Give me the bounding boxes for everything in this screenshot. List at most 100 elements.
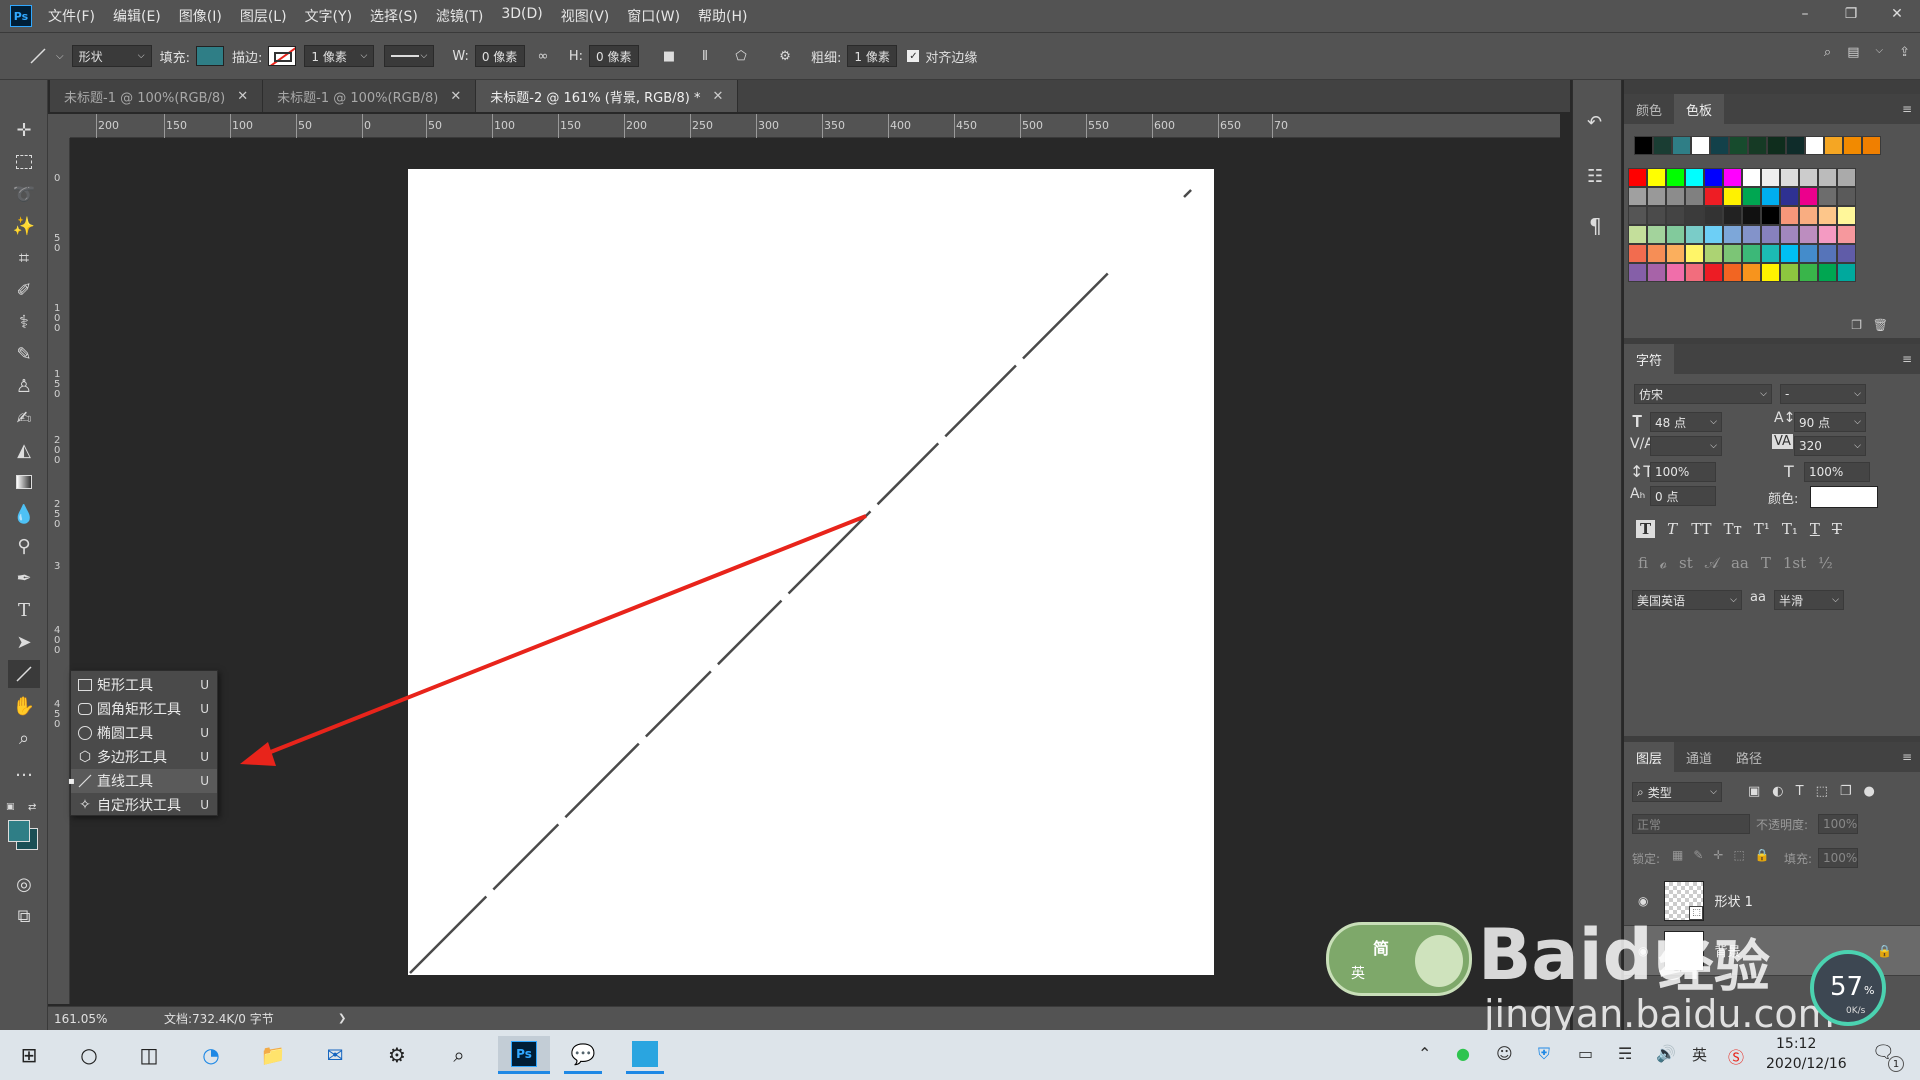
color-swatch[interactable] <box>1780 206 1799 225</box>
color-swatch[interactable] <box>1723 244 1742 263</box>
menu-item[interactable]: 文字(Y) <box>305 6 352 26</box>
layer-filter-select[interactable]: ⌕ 类型 ⌵ <box>1632 782 1722 802</box>
color-swatch[interactable] <box>1761 187 1780 206</box>
color-swatch[interactable] <box>1818 263 1837 282</box>
pen-tool-icon[interactable]: ✒ <box>8 564 40 592</box>
foreground-color-swatch[interactable] <box>8 820 30 842</box>
color-swatch[interactable] <box>1742 263 1761 282</box>
ordinal-button[interactable]: 1st <box>1783 554 1806 572</box>
panel-menu-icon[interactable]: ≡ <box>1902 750 1912 764</box>
color-swatch[interactable] <box>1628 225 1647 244</box>
color-swatch[interactable] <box>1799 187 1818 206</box>
menu-item[interactable]: 图层(L) <box>240 6 287 26</box>
color-swatch[interactable] <box>1742 244 1761 263</box>
properties-icon[interactable]: ☷ <box>1587 166 1603 187</box>
color-swatch[interactable] <box>1799 263 1818 282</box>
lock-all-icon[interactable]: 🔒 <box>1755 848 1770 862</box>
qq-tray-icon[interactable]: ☺ <box>1496 1044 1513 1063</box>
photoshop-taskbar-icon[interactable]: Ps <box>498 1036 550 1074</box>
color-swatch[interactable] <box>1862 136 1881 155</box>
flyout-item[interactable]: 椭圆工具 U <box>71 721 217 745</box>
security-tray-icon[interactable]: ⛨ <box>1538 1044 1550 1064</box>
color-swatch[interactable] <box>1704 225 1723 244</box>
color-swatch[interactable] <box>1837 206 1856 225</box>
color-swatch[interactable] <box>1704 187 1723 206</box>
mail-icon[interactable]: ✉ <box>316 1036 354 1074</box>
color-swatch[interactable] <box>1818 168 1837 187</box>
color-swatch[interactable] <box>1780 244 1799 263</box>
menu-item[interactable]: 图像(I) <box>179 6 222 26</box>
healing-brush-icon[interactable]: ⚕ <box>8 308 40 336</box>
screen-mode-icon[interactable]: ⧉ <box>8 902 40 930</box>
search-icon[interactable]: ○ <box>70 1036 108 1074</box>
color-swatch[interactable] <box>1704 263 1723 282</box>
ime-indicator[interactable]: 英 <box>1692 1044 1707 1065</box>
default-colors-icon[interactable]: ▣ <box>6 802 15 812</box>
color-swatch[interactable] <box>1666 225 1685 244</box>
adjustment-filter-icon[interactable]: ◐ <box>1772 784 1783 799</box>
color-swatch[interactable] <box>1780 168 1799 187</box>
ligatures-button[interactable]: fi <box>1638 554 1648 572</box>
stroke-width-field[interactable]: 1 像素 ⌵ <box>304 45 375 67</box>
color-swatch[interactable] <box>1628 168 1647 187</box>
chevron-up-icon[interactable]: ⌃ <box>1418 1044 1431 1063</box>
eyedropper-icon[interactable]: ✐ <box>8 276 40 304</box>
all-caps-button[interactable]: TT <box>1689 520 1713 538</box>
windows-start-icon[interactable]: ⊞ <box>10 1036 48 1074</box>
faux-bold-button[interactable]: T <box>1636 520 1656 538</box>
wechat-tray-icon[interactable]: ● <box>1456 1044 1470 1063</box>
color-swatch[interactable] <box>1799 206 1818 225</box>
color-swatch[interactable] <box>1666 187 1685 206</box>
flyout-item[interactable]: ✧ 自定形状工具 U <box>71 793 217 817</box>
color-swatch[interactable] <box>1767 136 1786 155</box>
color-swatch[interactable] <box>1837 225 1856 244</box>
color-swatch[interactable] <box>1634 136 1653 155</box>
antialias-select[interactable]: 半滑 ⌵ <box>1774 590 1844 610</box>
color-swatch[interactable] <box>1710 136 1729 155</box>
baseline-shift-field[interactable]: 0 点 <box>1650 486 1716 506</box>
color-swatch[interactable] <box>1723 263 1742 282</box>
color-swatch[interactable] <box>1685 263 1704 282</box>
trash-icon[interactable]: 🗑 <box>1873 318 1888 332</box>
color-swatch[interactable] <box>1647 244 1666 263</box>
document-tab[interactable]: 未标题-2 @ 161% (背景, RGB/8) * ✕ <box>476 80 739 112</box>
smart-object-filter-icon[interactable]: ❐ <box>1840 784 1852 799</box>
lock-transparent-icon[interactable]: ▦ <box>1672 848 1683 862</box>
small-caps-button[interactable]: Tт <box>1721 520 1743 538</box>
weight-field[interactable]: 1 像素 <box>847 45 898 67</box>
menu-item[interactable]: 选择(S) <box>370 6 418 26</box>
panel-menu-icon[interactable]: ≡ <box>1902 102 1912 116</box>
minimize-icon[interactable]: – <box>1782 0 1828 28</box>
lasso-tool-icon[interactable]: ➰ <box>8 180 40 208</box>
color-swatch[interactable] <box>1666 244 1685 263</box>
tab-color[interactable]: 颜色 <box>1624 94 1674 124</box>
shape-mode-select[interactable]: 形状 ⌵ <box>71 45 152 67</box>
battery-icon[interactable]: ▭ <box>1578 1044 1593 1063</box>
fractions-button[interactable]: ½ <box>1818 554 1833 572</box>
leading-field[interactable]: 90 点 ⌵ <box>1794 412 1866 432</box>
blend-mode-select[interactable]: 正常 <box>1632 814 1750 834</box>
workspace-icon[interactable]: ▤ <box>1847 45 1859 60</box>
color-swatch[interactable] <box>1818 244 1837 263</box>
menu-item[interactable]: 编辑(E) <box>113 6 161 26</box>
lock-artboard-icon[interactable]: ⬚ <box>1733 848 1744 862</box>
old-style-button[interactable]: 𝓸 <box>1660 554 1667 572</box>
swash-button[interactable]: 𝒜 <box>1705 554 1719 572</box>
fill-field[interactable]: 100% <box>1818 848 1858 868</box>
new-swatch-icon[interactable]: ❐ <box>1851 318 1862 332</box>
performance-meter[interactable]: 57 % 0K/s <box>1810 950 1886 1026</box>
stroke-type-select[interactable]: ⌵ <box>384 45 435 67</box>
marquee-tool-icon[interactable] <box>8 148 40 176</box>
color-swatch[interactable] <box>1843 136 1862 155</box>
path-operations-icon[interactable]: ■ <box>659 46 679 66</box>
artboard[interactable] <box>408 169 1214 975</box>
color-swatch[interactable] <box>1647 225 1666 244</box>
blur-tool-icon[interactable]: 💧 <box>8 500 40 528</box>
clock-time[interactable]: 15:12 <box>1776 1036 1816 1052</box>
history-icon[interactable]: ↶ <box>1587 112 1602 133</box>
color-swatch[interactable] <box>1647 187 1666 206</box>
color-swatch[interactable] <box>1837 244 1856 263</box>
color-swatch[interactable] <box>1685 168 1704 187</box>
color-swatch[interactable] <box>1818 225 1837 244</box>
font-size-field[interactable]: 48 点 ⌵ <box>1650 412 1722 432</box>
